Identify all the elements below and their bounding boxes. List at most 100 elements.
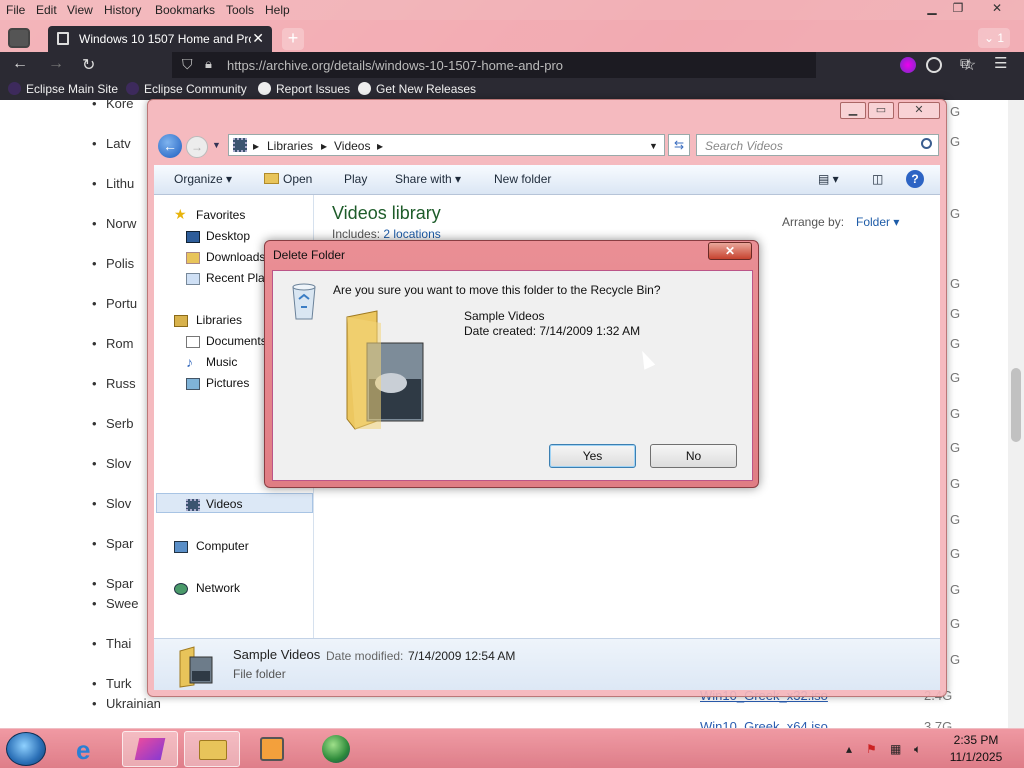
language-item[interactable]: Rom (92, 336, 134, 351)
preview-pane-icon[interactable]: ◫ (872, 172, 883, 186)
dialog-close-button[interactable]: ✕ (708, 242, 752, 260)
refresh-icon[interactable]: ⇆ (668, 134, 690, 156)
account-icon[interactable] (926, 57, 942, 73)
windows-update-icon[interactable] (308, 731, 364, 767)
restore-icon[interactable]: ❐ (946, 1, 970, 17)
media-center-icon[interactable] (122, 731, 178, 767)
breadcrumb-sep[interactable]: ▸ (377, 139, 383, 153)
media-player-icon[interactable] (244, 731, 300, 767)
nav-documents[interactable]: Documents (206, 334, 267, 348)
nav-network[interactable]: Network (196, 581, 240, 595)
language-item[interactable]: Kore (92, 100, 134, 111)
view-options-icon[interactable]: ▤ ▾ (818, 172, 839, 186)
explorer-minimize-icon[interactable]: ▁ (840, 102, 866, 119)
breadcrumb-videos[interactable]: Videos (334, 139, 370, 153)
search-icon[interactable] (921, 138, 932, 149)
nav-downloads[interactable]: Downloads (206, 250, 265, 264)
menu-view[interactable]: View (67, 3, 93, 17)
lock-icon[interactable]: 🔒︎ (205, 56, 212, 72)
explorer-address-bar[interactable]: ▸ Libraries ▸ Videos ▸ ▼ (228, 134, 665, 156)
address-dropdown-icon[interactable]: ▼ (649, 141, 658, 151)
hamburger-menu-icon[interactable]: ☰ (994, 54, 1010, 72)
shield-icon[interactable]: ⛉ (182, 56, 193, 73)
firefox-view-icon[interactable] (900, 57, 916, 73)
share-with-button[interactable]: Share with ▾ (395, 172, 461, 186)
nav-computer[interactable]: Computer (196, 539, 249, 553)
language-item[interactable]: Serb (92, 416, 134, 431)
nav-music[interactable]: Music (206, 355, 237, 369)
url-text[interactable]: https://archive.org/details/windows-10-1… (227, 58, 563, 73)
nav-pictures[interactable]: Pictures (206, 376, 249, 390)
action-center-icon[interactable]: ⚑ (866, 742, 877, 756)
new-tab-button[interactable]: + (282, 28, 304, 50)
search-videos-input[interactable]: Search Videos (696, 134, 939, 156)
menu-edit[interactable]: Edit (36, 3, 57, 17)
language-item[interactable]: Swee (92, 596, 138, 611)
bookmark-get-new-releases[interactable]: Get New Releases (358, 82, 476, 96)
back-arrow-icon[interactable]: ← (12, 55, 28, 73)
language-item[interactable]: Latv (92, 136, 130, 151)
tab-list-button[interactable]: ⌄ 1 (978, 28, 1010, 48)
language-item[interactable]: Polis (92, 256, 134, 271)
bookmark-report-issues[interactable]: Report Issues (258, 82, 350, 96)
minimize-icon[interactable]: ▁ (920, 1, 944, 17)
no-button[interactable]: No (650, 444, 737, 468)
nav-videos[interactable]: Videos (206, 497, 242, 511)
tab-close-icon[interactable]: ✕ (252, 30, 264, 47)
recent-pages-chevron-icon[interactable]: ▼ (212, 140, 221, 150)
breadcrumb-sep[interactable]: ▸ (321, 139, 327, 153)
start-button[interactable] (6, 732, 46, 766)
explorer-close-icon[interactable]: ✕ (898, 102, 940, 119)
scrollbar-thumb[interactable] (1011, 368, 1021, 442)
tab-active[interactable]: Windows 10 1507 Home and Pro ✕ (48, 26, 272, 52)
arrange-by-dropdown[interactable]: Folder ▾ (856, 215, 899, 229)
breadcrumb-libraries[interactable]: Libraries (267, 139, 313, 153)
play-button[interactable]: Play (344, 172, 367, 186)
language-item[interactable]: Ukrainian (92, 696, 161, 711)
includes-locations-link[interactable]: 2 locations (383, 227, 440, 241)
menu-bookmarks[interactable]: Bookmarks (155, 3, 215, 17)
new-folder-button[interactable]: New folder (494, 172, 551, 186)
bookmark-eclipse-community[interactable]: Eclipse Community (126, 82, 247, 96)
windows-explorer-icon[interactable] (184, 731, 240, 767)
explorer-maximize-icon[interactable]: ▭ (868, 102, 894, 119)
language-item[interactable]: Norw (92, 216, 137, 231)
language-item[interactable]: Russ (92, 376, 135, 391)
breadcrumb-sep[interactable]: ▸ (253, 139, 259, 153)
organize-button[interactable]: Organize ▾ (174, 172, 232, 186)
menu-help[interactable]: Help (265, 3, 290, 17)
internet-explorer-icon[interactable]: e (62, 731, 118, 767)
nav-desktop[interactable]: Desktop (206, 229, 250, 243)
file-link[interactable]: Win10_Greek_x64.iso (700, 719, 828, 728)
language-item[interactable]: Portu (92, 296, 137, 311)
language-item[interactable]: Spar (92, 576, 134, 591)
nav-libraries[interactable]: Libraries (196, 313, 242, 327)
nav-favorites[interactable]: Favorites (196, 208, 245, 222)
language-item[interactable]: Slov (92, 496, 131, 511)
bookmark-star-icon[interactable]: ☆ (962, 55, 976, 75)
url-bar[interactable]: ⛉ 🔒︎ https://archive.org/details/windows… (172, 52, 976, 78)
language-item[interactable]: Slov (92, 456, 131, 471)
menu-history[interactable]: History (104, 3, 141, 17)
language-item[interactable]: Spar (92, 536, 134, 551)
show-hidden-icons-icon[interactable]: ▴ (846, 742, 852, 756)
help-icon[interactable]: ? (906, 170, 924, 188)
tab-overview-icon[interactable] (8, 28, 30, 48)
explorer-back-icon[interactable]: ← (158, 134, 182, 158)
close-icon[interactable]: ✕ (985, 1, 1009, 17)
open-button[interactable]: Open (264, 172, 312, 186)
clock-time[interactable]: 2:35 PM (948, 733, 1004, 747)
language-item[interactable]: Turk (92, 676, 131, 691)
page-scrollbar[interactable] (1008, 100, 1024, 728)
yes-button[interactable]: Yes (549, 444, 636, 468)
clock-date[interactable]: 11/1/2025 (948, 750, 1004, 764)
explorer-forward-icon[interactable]: → (186, 136, 208, 158)
language-item[interactable]: Lithu (92, 176, 134, 191)
reload-icon[interactable]: ↻ (82, 55, 95, 75)
forward-arrow-icon[interactable]: → (48, 55, 64, 73)
bookmark-eclipse-main[interactable]: Eclipse Main Site (8, 82, 118, 96)
volume-muted-icon[interactable]: 🔈︎ (914, 742, 921, 757)
menu-tools[interactable]: Tools (226, 3, 254, 17)
language-item[interactable]: Thai (92, 636, 131, 651)
menu-file[interactable]: File (6, 3, 25, 17)
